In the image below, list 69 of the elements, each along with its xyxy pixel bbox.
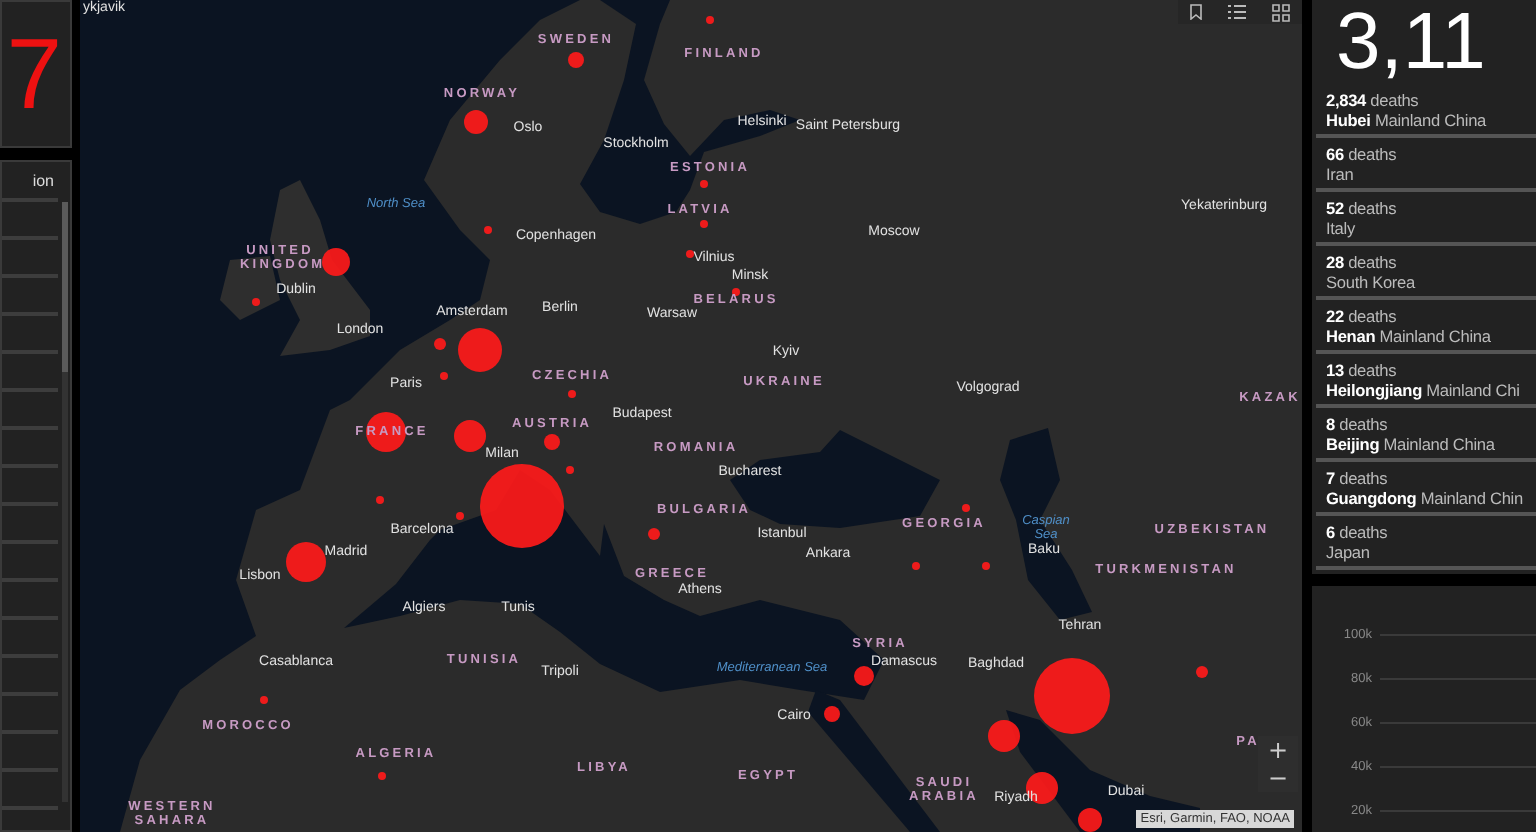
list-header: ion [30, 170, 56, 194]
deaths-list-item[interactable]: 6 deaths Japan [1316, 516, 1536, 570]
case-marker[interactable] [982, 562, 990, 570]
case-marker[interactable] [568, 52, 584, 68]
location-text: Italy [1326, 218, 1357, 238]
case-marker[interactable] [648, 528, 660, 540]
deaths-count: 13 deaths [1326, 360, 1399, 380]
location-text: South Korea [1326, 272, 1418, 292]
zoom-in-button[interactable]: + [1258, 736, 1298, 764]
location-text: Guangdong Mainland Chin [1326, 488, 1525, 508]
deaths-list-item[interactable]: 52 deaths Italy [1316, 192, 1536, 246]
location-text: Iran [1326, 164, 1356, 184]
deaths-list-item[interactable]: 66 deaths Iran [1316, 138, 1536, 192]
deaths-count: 6 deaths [1326, 522, 1390, 542]
case-marker[interactable] [484, 226, 492, 234]
case-marker[interactable] [458, 328, 502, 372]
case-marker[interactable] [854, 666, 874, 686]
case-marker[interactable] [440, 372, 448, 380]
case-marker[interactable] [456, 512, 464, 520]
case-marker[interactable] [962, 504, 970, 512]
case-marker[interactable] [322, 248, 350, 276]
location-text: Henan Mainland China [1326, 326, 1493, 346]
deaths-count: 22 deaths [1326, 306, 1399, 326]
grid-icon[interactable] [1271, 3, 1290, 21]
case-marker[interactable] [686, 250, 694, 258]
case-marker[interactable] [566, 466, 574, 474]
case-marker[interactable] [378, 772, 386, 780]
zoom-out-button[interactable]: − [1258, 764, 1298, 792]
deaths-count: 52 deaths [1326, 198, 1399, 218]
total-count: 7 [6, 24, 64, 124]
case-marker[interactable] [1034, 658, 1110, 734]
case-marker[interactable] [1078, 808, 1102, 832]
deaths-list-item[interactable]: 2,834 deaths Hubei Mainland China [1316, 84, 1536, 138]
case-marker[interactable] [434, 338, 446, 350]
deaths-list-item[interactable]: 13 deaths Heilongjiang Mainland Chi [1316, 354, 1536, 408]
case-marker[interactable] [260, 696, 268, 704]
case-marker[interactable] [464, 110, 488, 134]
bookmark-icon[interactable] [1190, 4, 1203, 20]
location-text: Japan [1326, 542, 1372, 562]
deaths-list-item[interactable]: 22 deaths Henan Mainland China [1316, 300, 1536, 354]
case-marker[interactable] [824, 706, 840, 722]
case-marker[interactable] [286, 542, 326, 582]
list-icon[interactable] [1227, 4, 1246, 20]
location-text: Heilongjiang Mainland Chi [1326, 380, 1522, 400]
location-text: Hubei Mainland China [1326, 110, 1489, 130]
deaths-list-item[interactable]: 7 deaths Guangdong Mainland Chin [1316, 462, 1536, 516]
case-marker[interactable] [988, 720, 1020, 752]
scrollbar[interactable] [62, 202, 68, 802]
case-marker[interactable] [480, 464, 564, 548]
deaths-count: 66 deaths [1326, 144, 1399, 164]
deaths-list-item[interactable]: 8 deaths Beijing Mainland China [1316, 408, 1536, 462]
location-text: Beijing Mainland China [1326, 434, 1497, 454]
case-marker[interactable] [1196, 666, 1208, 678]
case-marker[interactable] [376, 496, 384, 504]
case-marker[interactable] [454, 420, 486, 452]
total-deaths: 3,11 [1334, 0, 1488, 84]
deaths-list-item[interactable]: 28 deaths South Korea [1316, 246, 1536, 300]
deaths-count: 2,834 deaths [1326, 90, 1421, 110]
case-marker[interactable] [912, 562, 920, 570]
deaths-count: 28 deaths [1326, 252, 1399, 272]
deaths-count: 7 deaths [1326, 468, 1390, 488]
case-marker[interactable] [732, 288, 740, 296]
case-marker[interactable] [544, 434, 560, 450]
case-marker[interactable] [700, 180, 708, 188]
case-marker[interactable] [568, 390, 576, 398]
case-marker[interactable] [700, 220, 708, 228]
deaths-count: 8 deaths [1326, 414, 1390, 434]
case-marker[interactable] [706, 16, 714, 24]
case-marker[interactable] [252, 298, 260, 306]
